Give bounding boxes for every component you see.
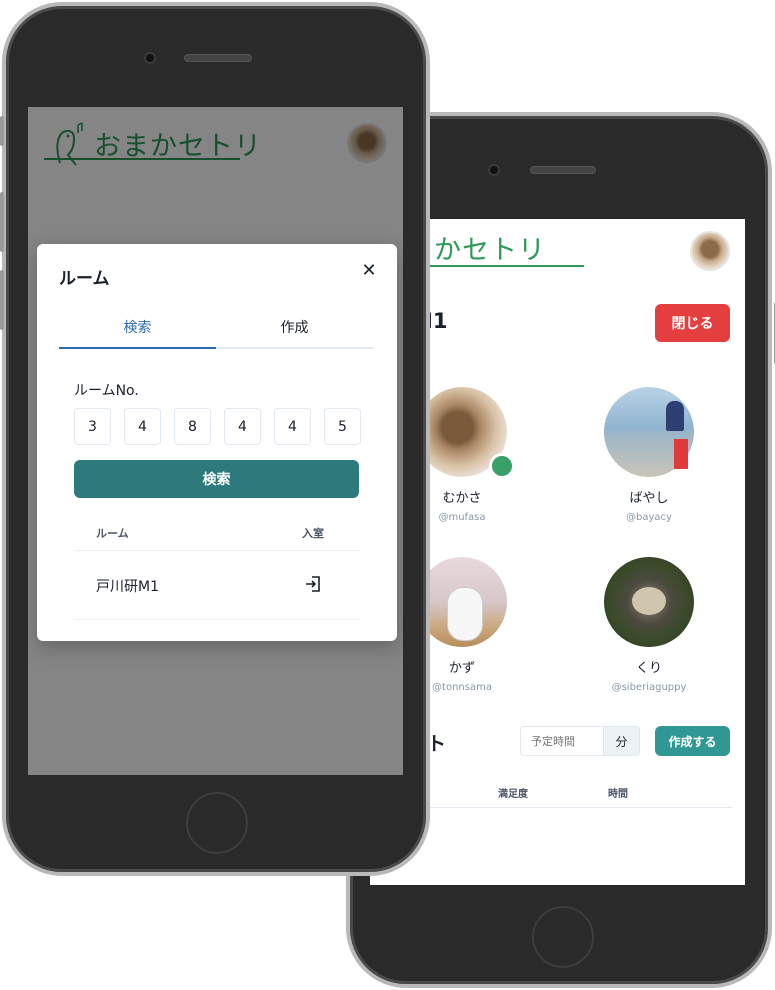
member-card[interactable]: くり @siberiaguppy: [589, 557, 709, 693]
table-divider: [74, 550, 359, 551]
modal-title: ルーム: [59, 269, 110, 289]
member-avatar: [417, 557, 507, 647]
close-room-button[interactable]: 閉じる: [655, 304, 730, 342]
member-name: ばやし: [629, 491, 669, 506]
column-header-satisfaction: 満足度: [498, 789, 528, 800]
tab-create[interactable]: 作成: [216, 310, 373, 349]
earpiece-speaker: [530, 166, 596, 174]
home-button[interactable]: [532, 906, 594, 968]
room-number-pin-input: 3 4 8 4 4 5: [74, 408, 361, 445]
online-status-icon: [489, 453, 515, 479]
pin-digit-field[interactable]: 4: [224, 408, 261, 445]
pin-digit-field[interactable]: 4: [124, 408, 161, 445]
pin-digit-field[interactable]: 4: [274, 408, 311, 445]
earpiece-speaker: [184, 54, 252, 62]
table-divider: [74, 619, 359, 620]
room-number-label: ルームNo.: [74, 383, 139, 399]
column-header-time: 時間: [608, 789, 628, 800]
create-setlist-button[interactable]: 作成する: [655, 726, 730, 756]
enter-room-icon[interactable]: [303, 574, 323, 594]
pin-digit-field[interactable]: 5: [324, 408, 361, 445]
front-camera: [144, 52, 156, 64]
member-avatar: [417, 387, 515, 479]
column-header-enter: 入室: [302, 527, 324, 540]
pin-digit-field[interactable]: 3: [74, 408, 111, 445]
volume-up-button: [0, 192, 4, 252]
planned-time-input[interactable]: [520, 726, 604, 756]
member-handle: @siberiaguppy: [611, 682, 687, 693]
front-phone: おまかセトリ ルーム ✕ 検索 作成 ルームNo. 3 4 8 4 4 5 検索…: [0, 2, 430, 876]
member-handle: @bayacy: [626, 512, 672, 523]
close-icon[interactable]: ✕: [357, 258, 381, 282]
search-button[interactable]: 検索: [74, 460, 359, 498]
pin-digit-field[interactable]: 8: [174, 408, 211, 445]
room-modal: ルーム ✕ 検索 作成 ルームNo. 3 4 8 4 4 5 検索 ルーム 入室…: [37, 244, 397, 641]
time-input-group: 分: [520, 726, 640, 756]
user-avatar[interactable]: [690, 231, 730, 271]
home-button[interactable]: [186, 792, 248, 854]
member-name: くり: [635, 661, 662, 676]
room-name: 戸川研M1: [96, 579, 159, 595]
room-search-screen: おまかセトリ ルーム ✕ 検索 作成 ルームNo. 3 4 8 4 4 5 検索…: [28, 107, 403, 775]
member-avatar: [604, 557, 694, 647]
time-unit-addon: 分: [604, 726, 640, 756]
column-header-room: ルーム: [96, 527, 129, 540]
front-camera: [488, 164, 500, 176]
tab-search[interactable]: 検索: [59, 310, 216, 349]
member-avatar: [604, 387, 694, 477]
mute-switch: [0, 116, 4, 146]
volume-down-button: [0, 270, 4, 330]
member-card[interactable]: ばやし @bayacy: [589, 387, 709, 523]
